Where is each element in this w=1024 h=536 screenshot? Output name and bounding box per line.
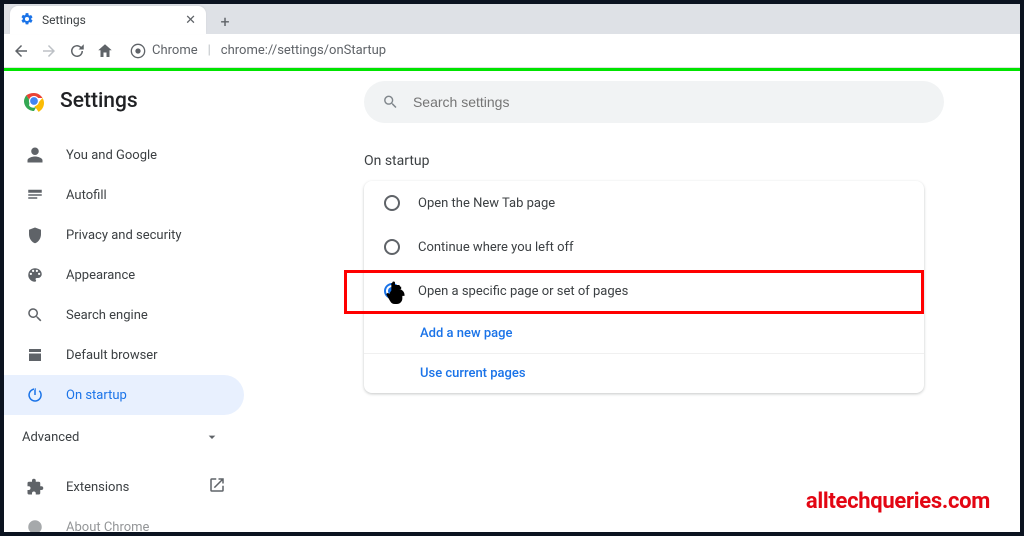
link-label: Add a new page (420, 326, 512, 341)
reload-button[interactable] (68, 42, 86, 60)
sidebar-item-label: Privacy and security (66, 228, 182, 243)
sidebar-item-default-browser[interactable]: Default browser (4, 335, 244, 375)
sidebar-item-extensions[interactable]: Extensions (4, 467, 244, 507)
watermark-text: alltechqueries.com (806, 489, 990, 514)
browser-tabstrip: Settings ✕ + (4, 4, 1020, 34)
page-title: Settings (60, 89, 138, 113)
cursor-icon (387, 285, 407, 305)
tab-title: Settings (42, 13, 86, 27)
forward-button[interactable] (40, 42, 58, 60)
advanced-toggle[interactable]: Advanced (4, 415, 244, 459)
home-button[interactable] (96, 42, 114, 60)
app-header: Settings (4, 89, 244, 127)
nav-list: You and Google Autofill Privacy and secu… (4, 135, 244, 415)
sidebar-item-you-and-google[interactable]: You and Google (4, 135, 244, 175)
url-security-icon[interactable]: Chrome | chrome://settings/onStartup (130, 43, 386, 59)
search-container[interactable] (364, 81, 944, 123)
browser-tab-settings[interactable]: Settings ✕ (10, 6, 206, 34)
advanced-label: Advanced (22, 430, 79, 445)
main-panel: On startup Open the New Tab page Continu… (244, 71, 1020, 532)
radio-icon[interactable] (384, 195, 400, 211)
startup-card: Open the New Tab page Continue where you… (364, 181, 924, 393)
sidebar-item-autofill[interactable]: Autofill (4, 175, 244, 215)
sidebar-item-label: On startup (66, 388, 127, 403)
radio-icon[interactable] (384, 239, 400, 255)
browser-toolbar: Chrome | chrome://settings/onStartup (4, 34, 1020, 68)
radio-continue[interactable]: Continue where you left off (364, 225, 924, 269)
sidebar-item-privacy[interactable]: Privacy and security (4, 215, 244, 255)
sidebar: Settings You and Google Autofill Privacy… (4, 71, 244, 532)
url-label: Chrome (152, 43, 198, 58)
search-icon (382, 93, 399, 111)
settings-content: Settings You and Google Autofill Privacy… (4, 71, 1020, 532)
url-path[interactable]: chrome://settings/onStartup (221, 43, 386, 58)
chrome-logo-icon (22, 89, 46, 113)
search-input[interactable] (413, 94, 926, 110)
sidebar-item-label: Search engine (66, 308, 148, 323)
section-title: On startup (364, 153, 960, 169)
sidebar-item-label: Extensions (66, 480, 129, 495)
sidebar-item-label: About Chrome (66, 520, 149, 533)
sidebar-item-label: Appearance (66, 268, 135, 283)
sidebar-item-on-startup[interactable]: On startup (4, 375, 244, 415)
radio-label: Continue where you left off (418, 240, 574, 255)
window-frame: Settings ✕ + Chrome | chrome://settings/… (0, 0, 1024, 536)
sidebar-item-label: Autofill (66, 188, 107, 203)
link-label: Use current pages (420, 366, 526, 381)
gear-icon (20, 12, 42, 29)
radio-label: Open the New Tab page (418, 196, 555, 211)
sidebar-item-search-engine[interactable]: Search engine (4, 295, 244, 335)
external-link-icon (208, 476, 226, 498)
close-icon[interactable]: ✕ (185, 13, 196, 28)
radio-open-new-tab[interactable]: Open the New Tab page (364, 181, 924, 225)
new-tab-button[interactable]: + (212, 8, 238, 34)
sidebar-item-label: Default browser (66, 348, 158, 363)
add-new-page-button[interactable]: Add a new page (364, 313, 924, 353)
radio-label: Open a specific page or set of pages (418, 284, 628, 299)
nav-list-secondary: Extensions About Chrome (4, 467, 244, 532)
chevron-down-icon (204, 429, 220, 445)
radio-specific-page[interactable]: Open a specific page or set of pages (364, 269, 924, 313)
use-current-pages-button[interactable]: Use current pages (364, 353, 924, 393)
sidebar-item-about[interactable]: About Chrome (4, 507, 244, 532)
sidebar-item-label: You and Google (66, 148, 157, 163)
back-button[interactable] (12, 42, 30, 60)
sidebar-item-appearance[interactable]: Appearance (4, 255, 244, 295)
url-separator: | (204, 43, 215, 58)
